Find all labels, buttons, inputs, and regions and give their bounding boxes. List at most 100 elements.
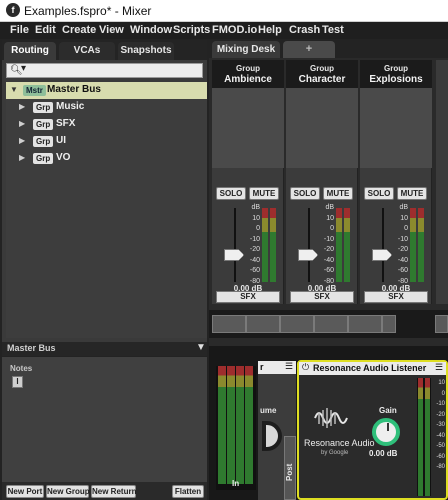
scroll-cell	[212, 315, 246, 333]
level-meter-right	[270, 208, 276, 282]
expand-arrow-icon[interactable]: ▶	[19, 136, 25, 145]
scroll-cell	[382, 315, 396, 333]
menu-view[interactable]: View	[99, 24, 124, 36]
strip-type: Group	[236, 64, 260, 73]
menu-crash[interactable]: Crash	[289, 24, 320, 36]
level-meter-left	[410, 208, 416, 282]
collapse-icon[interactable]: ▼	[196, 342, 206, 353]
menu-scripts[interactable]: Scripts	[173, 24, 210, 36]
expand-arrow-icon[interactable]: ▶	[19, 102, 25, 111]
scroll-cell	[246, 315, 280, 333]
resonance-audio-listener-effect[interactable]: ⏻ Resonance Audio Listener ☰ Resonance A…	[297, 360, 448, 500]
tree-row-master-bus[interactable]: ▼ Mstr Master Bus	[6, 82, 207, 99]
menu-edit[interactable]: Edit	[35, 24, 56, 36]
notes-label: Notes	[10, 364, 33, 373]
db-scale: dB 10 0 -10 -20 -40 -60 -80	[249, 204, 260, 285]
db-scale: dB 10 0 -10 -20 -40 -60 -80	[397, 204, 408, 285]
strip-scroll-bar[interactable]	[209, 310, 448, 338]
menu-file[interactable]: File	[10, 24, 29, 36]
tab-snapshots[interactable]: Snapshots	[118, 42, 174, 60]
solo-button[interactable]: SOLO	[364, 187, 394, 200]
expand-arrow-icon[interactable]: ▶	[19, 153, 25, 162]
output-routing-dropdown[interactable]: SFX	[290, 291, 354, 303]
tab-vcas[interactable]: VCAs	[59, 42, 115, 60]
strip-header[interactable]: Group Ambience	[212, 60, 284, 88]
effect-header[interactable]: ⏻ Resonance Audio Listener ☰	[299, 362, 446, 375]
inspector-header: Master Bus ▼	[2, 342, 207, 356]
menu-icon[interactable]: ☰	[285, 361, 293, 372]
group-badge: Grp	[33, 102, 54, 113]
menu-icon[interactable]: ☰	[435, 362, 443, 373]
new-return-button[interactable]: New Return	[91, 485, 136, 498]
tree-label: VO	[56, 152, 71, 163]
routing-panel: Routing VCAs Snapshots 🔍︎ ▾ ▼ Mstr Maste…	[2, 40, 207, 342]
menu-fmod-io[interactable]: FMOD.io	[212, 24, 257, 36]
strip-name: Character	[298, 74, 346, 85]
gain-value[interactable]: 0.00 dB	[369, 449, 397, 458]
add-tab-button[interactable]: +	[283, 41, 335, 58]
scroll-cell	[314, 315, 348, 333]
knob-indicator	[387, 423, 389, 431]
flatten-button[interactable]: Flatten	[172, 485, 204, 498]
effect-header[interactable]: r ☰	[258, 361, 296, 374]
menu-create[interactable]: Create	[62, 24, 96, 36]
tree-row-vo[interactable]: ▶ Grp VO	[6, 150, 207, 167]
expand-arrow-icon[interactable]: ▼	[10, 85, 18, 94]
gain-label: Gain	[379, 406, 397, 415]
output-routing-dropdown[interactable]: SFX	[216, 291, 280, 303]
input-label: In	[232, 479, 240, 488]
group-badge: Grp	[33, 136, 54, 147]
search-input[interactable]: 🔍︎ ▾	[6, 63, 203, 78]
effects-slot[interactable]	[212, 88, 284, 168]
volume-knob[interactable]	[262, 421, 282, 451]
new-group-button[interactable]: New Group	[46, 485, 90, 498]
new-port-button[interactable]: New Port	[6, 485, 44, 498]
strip-header[interactable]: Group Explosions	[360, 60, 432, 88]
fmod-logo-icon: f	[6, 3, 20, 17]
solo-button[interactable]: SOLO	[290, 187, 320, 200]
expand-arrow-icon[interactable]: ▶	[19, 119, 25, 128]
tree-row-ui[interactable]: ▶ Grp UI	[6, 133, 207, 150]
tree-label: Master Bus	[47, 84, 101, 95]
volume-fader[interactable]	[298, 249, 318, 261]
post-label: Post	[285, 463, 294, 481]
db-scale: 10 0 -10 -20 -30 -40 -50 -60 -80	[436, 380, 445, 470]
strip-type: Group	[310, 64, 334, 73]
effects-slot[interactable]	[360, 88, 432, 168]
output-routing-dropdown[interactable]: SFX	[364, 291, 428, 303]
menu-window[interactable]: Window	[130, 24, 172, 36]
level-meter-left	[262, 208, 268, 282]
effects-slot[interactable]	[286, 88, 358, 168]
input-meter	[216, 366, 256, 490]
resonance-logo-icon	[314, 408, 348, 428]
menu-test[interactable]: Test	[322, 24, 344, 36]
group-badge: Grp	[33, 153, 54, 164]
tree-row-music[interactable]: ▶ Grp Music	[6, 99, 207, 116]
mute-button[interactable]: MUTE	[249, 187, 279, 200]
volume-fader[interactable]	[224, 249, 244, 261]
strip-header[interactable]: Group Character	[286, 60, 358, 88]
solo-button[interactable]: SOLO	[216, 187, 246, 200]
master-badge: Mstr	[23, 85, 46, 96]
notes-panel: Notes I	[2, 357, 207, 482]
effect-module-fader: r ☰ ume Post	[258, 361, 296, 500]
tab-routing[interactable]: Routing	[4, 42, 56, 60]
level-meter-right	[344, 208, 350, 282]
inspector-title: Master Bus	[7, 343, 56, 353]
level-meter-right	[418, 208, 424, 282]
mute-button[interactable]: MUTE	[397, 187, 427, 200]
output-meter	[417, 378, 431, 496]
volume-fader[interactable]	[372, 249, 392, 261]
title-bar: f Examples.fspro* - Mixer	[0, 0, 448, 22]
effects-deck: In r ☰ ume Post ⏻ Resonance Audio Listen…	[209, 346, 448, 500]
tree-label: SFX	[56, 118, 76, 129]
tree-row-sfx[interactable]: ▶ Grp SFX	[6, 116, 207, 133]
window-title: Examples.fspro* - Mixer	[24, 4, 152, 18]
fader-track	[234, 208, 236, 282]
gain-knob[interactable]	[372, 418, 400, 446]
power-icon[interactable]: ⏻	[302, 362, 309, 373]
mute-button[interactable]: MUTE	[323, 187, 353, 200]
notes-field[interactable]: I	[12, 376, 23, 388]
tab-mixing-desk[interactable]: Mixing Desk	[212, 41, 280, 58]
menu-help[interactable]: Help	[258, 24, 282, 36]
